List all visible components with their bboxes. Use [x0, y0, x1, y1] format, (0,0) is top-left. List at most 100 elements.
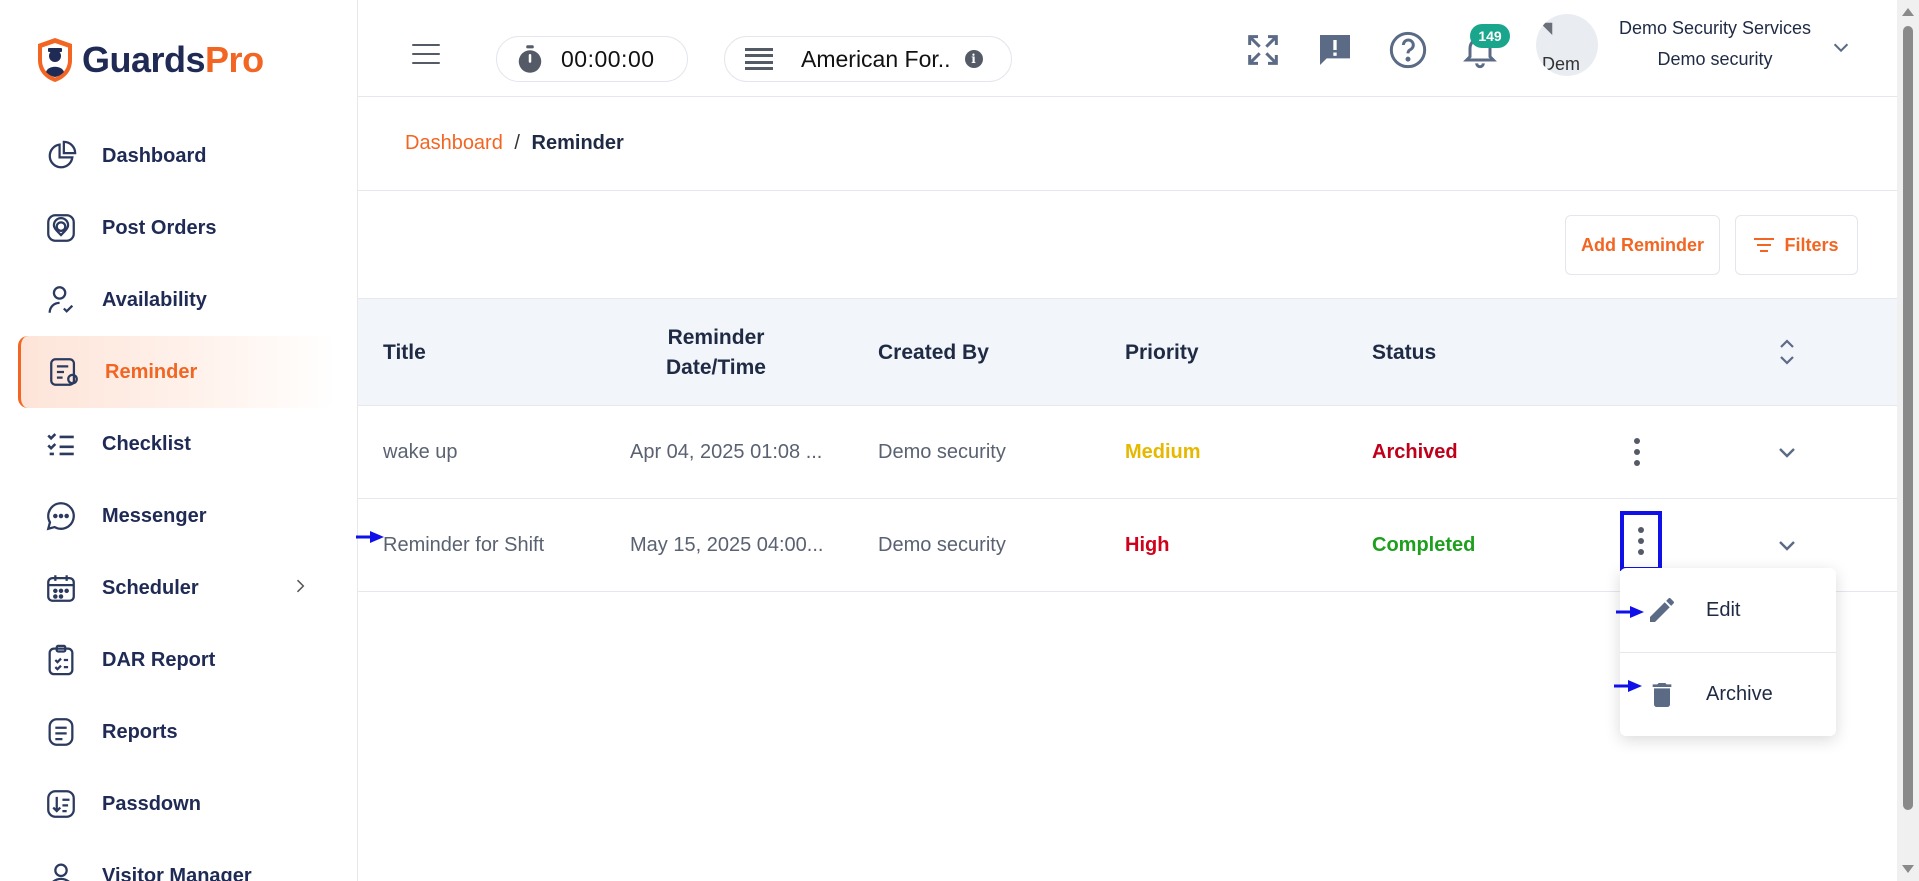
- chat-bubble-icon: [46, 502, 75, 531]
- sidebar-item-label: Reports: [102, 720, 178, 743]
- cell-title: Reminder for Shift: [383, 534, 545, 556]
- annotation-arrow-icon: [1614, 680, 1642, 692]
- stopwatch-icon: [518, 45, 542, 73]
- row-expand-chevron-icon[interactable]: [1775, 533, 1799, 557]
- company-name: Demo Security Services: [1618, 18, 1812, 38]
- shift-timer[interactable]: 00:00:00: [496, 36, 688, 82]
- scroll-down-icon[interactable]: [1902, 865, 1914, 873]
- feedback-icon[interactable]: [1315, 30, 1355, 70]
- sidebar-item-visitor-manager[interactable]: Visitor Manager: [0, 840, 358, 881]
- reminder-icon: [50, 358, 78, 386]
- pencil-icon: [1650, 597, 1674, 622]
- column-title[interactable]: Title: [383, 299, 426, 407]
- notification-badge[interactable]: 149: [1470, 24, 1510, 48]
- location-pin-icon: [47, 214, 75, 242]
- menu-item-edit[interactable]: Edit: [1620, 568, 1836, 652]
- avatar-alt-text: Dem: [1542, 54, 1581, 74]
- sidebar-item-reminder[interactable]: Reminder: [18, 336, 336, 408]
- sidebar-item-label: Checklist: [102, 432, 191, 455]
- sidebar-item-label: Passdown: [102, 792, 201, 815]
- checklist-icon: [47, 433, 74, 456]
- user-name: Demo security: [1657, 49, 1773, 69]
- table-header: Title Reminder Date/Time Created By Prio…: [358, 298, 1897, 406]
- list-icon: [745, 48, 773, 70]
- column-label: Date/Time: [666, 356, 766, 379]
- scroll-up-icon[interactable]: [1902, 8, 1914, 16]
- reminder-table: Title Reminder Date/Time Created By Prio…: [358, 298, 1897, 592]
- annotation-arrow-icon: [356, 531, 384, 543]
- user-info[interactable]: Demo Security Services Demo security: [1612, 18, 1818, 70]
- column-reminder-datetime[interactable]: Reminder Date/Time: [604, 299, 828, 407]
- divider: [358, 190, 1897, 191]
- cell-datetime: May 15, 2025 04:00...: [630, 534, 824, 556]
- column-created-by[interactable]: Created By: [878, 299, 989, 407]
- menu-item-label: Archive: [1706, 683, 1773, 705]
- sidebar-item-messenger[interactable]: Messenger: [0, 480, 358, 552]
- sidebar-item-label: Reminder: [105, 360, 198, 383]
- filters-button[interactable]: Filters: [1735, 215, 1858, 275]
- menu-item-archive[interactable]: Archive: [1620, 652, 1836, 736]
- fullscreen-icon[interactable]: [1243, 30, 1283, 70]
- calendar-icon: [47, 575, 75, 602]
- guardspro-logo[interactable]: GuardsPro: [34, 36, 264, 84]
- scrollbar-thumb[interactable]: [1903, 26, 1913, 810]
- expand-collapse-icon[interactable]: [1775, 335, 1799, 369]
- sort-down-icon: [47, 790, 75, 818]
- visitor-icon: [52, 863, 70, 881]
- sidebar-item-label: DAR Report: [102, 648, 216, 671]
- cell-priority: Medium: [1125, 441, 1201, 463]
- add-reminder-button[interactable]: Add Reminder: [1565, 215, 1720, 275]
- column-status[interactable]: Status: [1372, 299, 1436, 407]
- breadcrumb-separator: /: [514, 132, 520, 154]
- info-icon[interactable]: i: [964, 50, 983, 68]
- shield-logo-icon: [38, 38, 72, 82]
- logo-text: GuardsPro: [82, 39, 264, 80]
- row-actions-kebab-icon[interactable]: [1617, 422, 1657, 482]
- sidebar-item-post-orders[interactable]: Post Orders: [0, 192, 358, 264]
- cell-status: Completed: [1372, 534, 1476, 556]
- clipboard-icon: [48, 644, 74, 676]
- row-expand-chevron-icon[interactable]: [1775, 440, 1799, 464]
- sidebar-item-availability[interactable]: Availability: [0, 264, 358, 336]
- row-action-menu: Edit Archive: [1620, 568, 1836, 736]
- cell-created-by: Demo security: [878, 441, 1006, 463]
- user-check-icon: [48, 286, 74, 313]
- site-selector[interactable]: American For.. i: [724, 36, 1012, 82]
- timer-value: 00:00:00: [561, 45, 655, 72]
- sidebar-item-label: Post Orders: [102, 216, 217, 239]
- document-icon: [48, 718, 74, 746]
- chevron-right-icon[interactable]: [290, 576, 310, 596]
- column-label: Reminder: [667, 326, 765, 349]
- scrollbar[interactable]: [1897, 0, 1919, 881]
- column-priority[interactable]: Priority: [1125, 299, 1199, 407]
- help-icon[interactable]: [1388, 30, 1428, 70]
- sidebar-nav: Dashboard Post Orders Availability Remin…: [0, 120, 358, 881]
- filter-icon: [1754, 238, 1775, 252]
- filters-label: Filters: [1784, 234, 1839, 255]
- annotation-arrow-icon: [1616, 606, 1644, 618]
- sidebar-item-dashboard[interactable]: Dashboard: [0, 120, 358, 192]
- broken-image-icon: ◥: [1540, 20, 1553, 37]
- breadcrumb-dashboard-link[interactable]: Dashboard: [405, 132, 503, 154]
- chart-pie-icon: [48, 140, 77, 169]
- menu-toggle-icon[interactable]: [412, 44, 440, 64]
- menu-item-label: Edit: [1706, 598, 1741, 621]
- breadcrumb: Dashboard / Reminder: [405, 132, 624, 155]
- sidebar-item-passdown[interactable]: Passdown: [0, 768, 358, 840]
- chevron-down-icon[interactable]: [1830, 36, 1852, 58]
- sidebar-item-reports[interactable]: Reports: [0, 696, 358, 768]
- row-actions-kebab-icon[interactable]: [1620, 511, 1662, 571]
- cell-priority: High: [1125, 534, 1170, 556]
- avatar[interactable]: ◥ Dem: [1536, 14, 1598, 76]
- sidebar-item-scheduler[interactable]: Scheduler: [0, 552, 358, 624]
- sidebar-item-label: Visitor Manager: [102, 864, 252, 881]
- sidebar-item-checklist[interactable]: Checklist: [0, 408, 358, 480]
- table-row[interactable]: wake up Apr 04, 2025 01:08 ... Demo secu…: [358, 406, 1897, 499]
- breadcrumb-current: Reminder: [531, 132, 624, 154]
- sidebar-item-label: Dashboard: [102, 144, 207, 167]
- sidebar-item-dar-report[interactable]: DAR Report: [0, 624, 358, 696]
- cell-datetime: Apr 04, 2025 01:08 ...: [630, 441, 823, 463]
- sidebar-item-label: Scheduler: [102, 576, 199, 599]
- sidebar: GuardsPro Dashboard Post Orders Availabi…: [0, 0, 358, 881]
- trash-icon: [1652, 682, 1672, 707]
